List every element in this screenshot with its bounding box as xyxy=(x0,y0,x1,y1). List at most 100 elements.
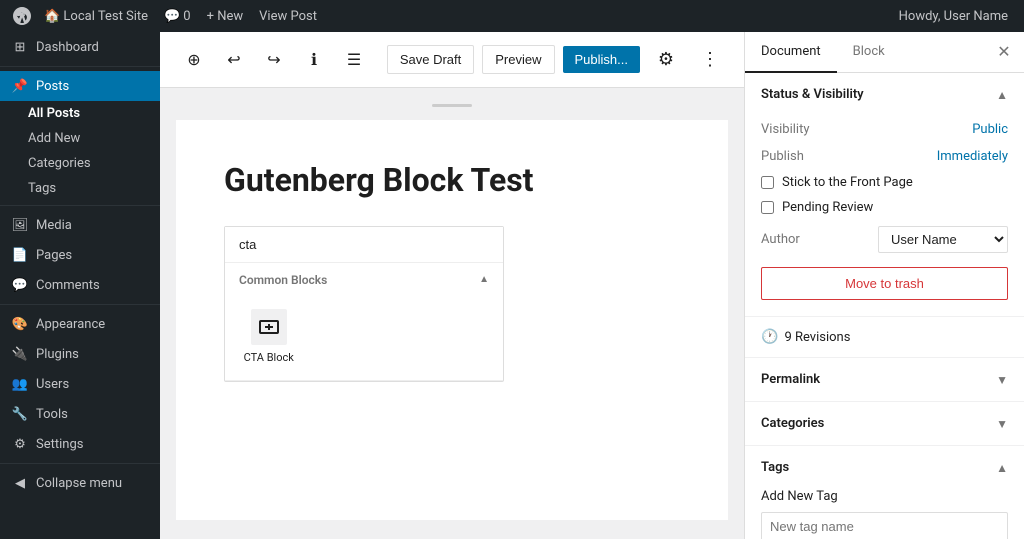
plus-icon: ⊕ xyxy=(187,50,200,70)
chevron-up-icon: ▲ xyxy=(996,88,1008,102)
dashboard-label: Dashboard xyxy=(36,40,99,55)
list-icon: ☰ xyxy=(347,50,361,70)
inserter-divider xyxy=(225,380,503,381)
add-new-tag-label: Add New Tag xyxy=(761,489,838,504)
visibility-label: Visibility xyxy=(761,122,810,137)
ellipsis-icon: ⋮ xyxy=(701,49,719,70)
sidebar-item-media[interactable]: 🖼 Media xyxy=(0,210,160,240)
add-block-button[interactable]: ⊕ xyxy=(176,42,212,78)
move-to-trash-button[interactable]: Move to trash xyxy=(761,267,1008,300)
comment-count: 0 xyxy=(183,9,190,24)
posts-icon: 📌 xyxy=(12,78,28,94)
sidebar-item-settings[interactable]: ⚙ Settings xyxy=(0,429,160,459)
block-search-input[interactable] xyxy=(225,227,503,263)
panel-tabs: Document Block ✕ xyxy=(745,32,1024,73)
tags-header[interactable]: Tags ▲ xyxy=(745,446,1024,489)
sidebar-item-users[interactable]: 👥 Users xyxy=(0,369,160,399)
save-draft-button[interactable]: Save Draft xyxy=(387,45,474,74)
editor-content[interactable]: Gutenberg Block Test Common Blocks ▲ xyxy=(160,88,744,539)
sidebar: ⊞ Dashboard 📌 Posts All Posts Add New Ca… xyxy=(0,32,160,539)
tab-document[interactable]: Document xyxy=(745,32,837,73)
pending-review-checkbox[interactable] xyxy=(761,201,774,214)
status-visibility-section: Status & Visibility ▲ Visibility Public … xyxy=(745,73,1024,317)
preview-label: Preview xyxy=(495,52,541,67)
gear-icon: ⚙ xyxy=(658,49,674,70)
admin-bar-view-post[interactable]: View Post xyxy=(251,0,325,32)
more-options-button[interactable]: ⋮ xyxy=(692,42,728,78)
collapse-icon: ◀ xyxy=(12,475,28,491)
categories-header[interactable]: Categories ▼ xyxy=(745,402,1024,445)
collapse-label: Collapse menu xyxy=(36,476,122,491)
tools-icon: 🔧 xyxy=(12,406,28,422)
sidebar-item-dashboard[interactable]: ⊞ Dashboard xyxy=(0,32,160,62)
sidebar-subitem-add-new[interactable]: Add New xyxy=(0,126,160,151)
author-select[interactable]: User Name xyxy=(878,226,1008,253)
comments-icon: 💬 xyxy=(12,277,28,293)
howdy-text: Howdy, User Name xyxy=(899,9,1008,24)
list-view-button[interactable]: ☰ xyxy=(336,42,372,78)
pending-review-row: Pending Review xyxy=(761,195,1008,220)
revisions-row[interactable]: 🕐 9 Revisions xyxy=(745,317,1024,358)
move-to-trash-label: Move to trash xyxy=(845,276,924,291)
settings-icon: ⚙ xyxy=(12,436,28,452)
tags-label: Tags xyxy=(28,181,56,196)
publish-value[interactable]: Immediately xyxy=(937,149,1008,164)
block-tab-label: Block xyxy=(853,44,885,59)
toolbar-right: Save Draft Preview Publish... ⚙ ⋮ xyxy=(387,42,728,78)
tags-input[interactable] xyxy=(761,512,1008,539)
admin-bar-site-icon: 🏠 xyxy=(44,9,60,24)
cta-block-label: CTA Block xyxy=(244,351,294,364)
sidebar-item-comments[interactable]: 💬 Comments xyxy=(0,270,160,300)
sidebar-subitem-tags[interactable]: Tags xyxy=(0,176,160,201)
status-visibility-header[interactable]: Status & Visibility ▲ xyxy=(745,73,1024,116)
cta-block-item[interactable]: CTA Block xyxy=(239,301,299,372)
sidebar-item-tools[interactable]: 🔧 Tools xyxy=(0,399,160,429)
permalink-header[interactable]: Permalink ▼ xyxy=(745,358,1024,401)
panel-body: Status & Visibility ▲ Visibility Public … xyxy=(745,73,1024,539)
tab-block[interactable]: Block xyxy=(837,32,901,73)
common-blocks-header[interactable]: Common Blocks ▲ xyxy=(225,263,503,293)
preview-button[interactable]: Preview xyxy=(482,45,554,74)
admin-bar-site[interactable]: 🏠 Local Test Site xyxy=(36,0,156,32)
undo-button[interactable]: ↩ xyxy=(216,42,252,78)
redo-button[interactable]: ↪ xyxy=(256,42,292,78)
cta-block-icon xyxy=(251,309,287,345)
sidebar-subitem-all-posts[interactable]: All Posts xyxy=(0,101,160,126)
block-inserter: Common Blocks ▲ CT xyxy=(224,226,504,382)
right-panel: Document Block ✕ Status & Visibility ▲ V… xyxy=(744,32,1024,539)
panel-close-button[interactable]: ✕ xyxy=(988,36,1020,68)
block-grid: CTA Block xyxy=(225,293,503,380)
publish-label: Publish xyxy=(761,149,804,164)
chevron-up-icon: ▲ xyxy=(996,461,1008,475)
plugins-label: Plugins xyxy=(36,347,79,362)
info-button[interactable]: ℹ xyxy=(296,42,332,78)
permalink-section: Permalink ▼ xyxy=(745,358,1024,402)
publish-row: Publish Immediately xyxy=(761,143,1008,170)
permalink-label: Permalink xyxy=(761,372,820,387)
admin-bar-new[interactable]: + New xyxy=(199,0,252,32)
editor-area: ⊕ ↩ ↪ ℹ ☰ Save Draft Preview xyxy=(160,32,744,539)
sidebar-item-pages[interactable]: 📄 Pages xyxy=(0,240,160,270)
visibility-value[interactable]: Public xyxy=(972,122,1008,137)
wp-logo[interactable] xyxy=(8,0,36,32)
sidebar-item-appearance[interactable]: 🎨 Appearance xyxy=(0,309,160,339)
publish-button[interactable]: Publish... xyxy=(563,46,640,73)
sidebar-item-posts[interactable]: 📌 Posts xyxy=(0,71,160,101)
view-post-label: View Post xyxy=(259,9,317,24)
pages-icon: 📄 xyxy=(12,247,28,263)
sidebar-item-collapse[interactable]: ◀ Collapse menu xyxy=(0,468,160,498)
settings-gear-button[interactable]: ⚙ xyxy=(648,42,684,78)
admin-bar-comments[interactable]: 💬 0 xyxy=(156,0,199,32)
visibility-row: Visibility Public xyxy=(761,116,1008,143)
site-name-label: Local Test Site xyxy=(63,9,148,24)
dashboard-icon: ⊞ xyxy=(12,39,28,55)
users-icon: 👥 xyxy=(12,376,28,392)
stick-frontpage-checkbox[interactable] xyxy=(761,176,774,189)
sidebar-item-plugins[interactable]: 🔌 Plugins xyxy=(0,339,160,369)
tags-content: Add New Tag xyxy=(745,489,1024,539)
tags-label: Tags xyxy=(761,460,789,475)
posts-label: Posts xyxy=(36,79,69,94)
sidebar-subitem-categories[interactable]: Categories xyxy=(0,151,160,176)
pending-review-label: Pending Review xyxy=(782,200,873,215)
post-title[interactable]: Gutenberg Block Test xyxy=(224,160,680,202)
